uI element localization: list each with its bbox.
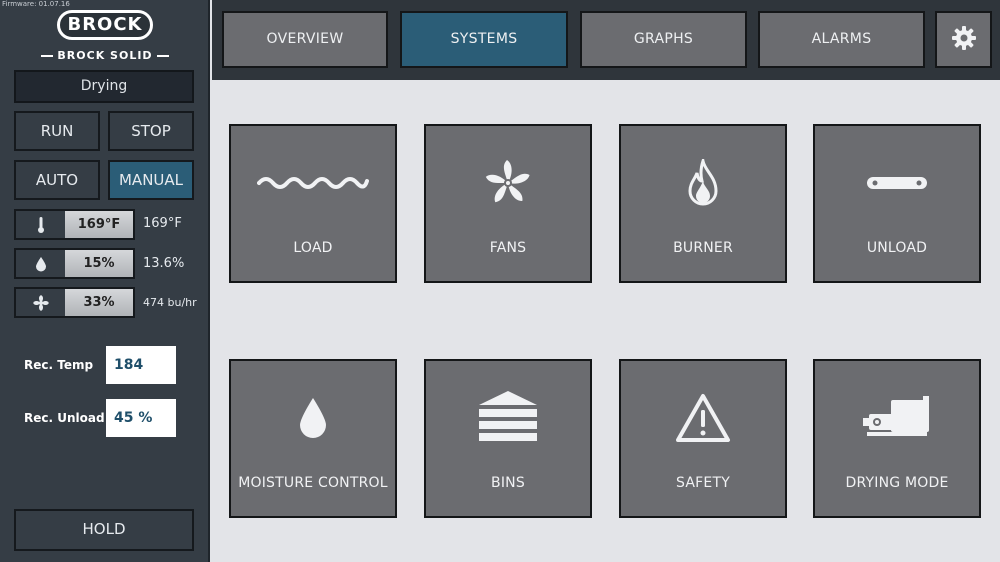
bins-tile[interactable]: BINS xyxy=(424,359,592,518)
rec-unload-field[interactable] xyxy=(106,399,176,437)
brand-tagline-text: BROCK SOLID xyxy=(57,49,153,62)
moisture-setpoint: 15% xyxy=(65,250,133,277)
unload-tile[interactable]: UNLOAD xyxy=(813,124,981,283)
thermometer-icon xyxy=(16,211,65,238)
burner-label: BURNER xyxy=(673,240,733,256)
drying-mode-label: DRYING MODE xyxy=(845,475,949,491)
auto-button[interactable]: AUTO xyxy=(14,160,100,200)
fans-label: FANS xyxy=(489,240,527,256)
tab-systems[interactable]: SYSTEMS xyxy=(400,11,568,68)
rec-unload-label: Rec. Unload xyxy=(24,411,105,425)
temperature-setpoint: 169°F xyxy=(65,211,133,238)
firmware-version: Firmware: 01.07.16 xyxy=(2,0,70,8)
stop-button[interactable]: STOP xyxy=(108,111,194,151)
rec-temp-label: Rec. Temp xyxy=(24,358,94,372)
sidebar: Firmware: 01.07.16 BROCK BROCK SOLID Dry… xyxy=(0,0,210,562)
moisture-control-label: MOISTURE CONTROL xyxy=(238,475,388,491)
load-tile[interactable]: LOAD xyxy=(229,124,397,283)
dryer-machine-icon xyxy=(815,383,979,453)
moisture-actual: 13.6% xyxy=(143,256,185,271)
temperature-reading: 169°F xyxy=(14,209,135,240)
drying-mode-tile[interactable]: DRYING MODE xyxy=(813,359,981,518)
brand-logo: BROCK BROCK SOLID xyxy=(0,10,210,62)
safety-label: SAFETY xyxy=(676,475,730,491)
brock-logo-badge: BROCK xyxy=(57,10,153,40)
tab-graphs[interactable]: GRAPHS xyxy=(580,11,747,68)
hold-button[interactable]: HOLD xyxy=(14,509,194,551)
top-nav: OVERVIEW SYSTEMS GRAPHS ALARMS xyxy=(212,0,1000,80)
systems-panel: LOAD FANS BURNER UNLOAD MOISTURE CONTROL… xyxy=(212,80,1000,562)
droplet-icon xyxy=(16,250,65,277)
status-display: Drying xyxy=(14,70,194,103)
unload-label: UNLOAD xyxy=(866,240,928,256)
fan-icon xyxy=(426,148,590,218)
unload-roller-icon xyxy=(815,148,979,218)
droplet-icon xyxy=(231,383,395,453)
tab-overview[interactable]: OVERVIEW xyxy=(222,11,388,68)
fan-icon xyxy=(16,289,65,316)
moisture-control-tile[interactable]: MOISTURE CONTROL xyxy=(229,359,397,518)
load-wave-icon xyxy=(231,148,395,218)
grain-bin-icon xyxy=(426,383,590,453)
moisture-reading: 15% xyxy=(14,248,135,279)
rec-temp-field[interactable] xyxy=(106,346,176,384)
temperature-actual: 169°F xyxy=(143,216,182,231)
brand-tagline: BROCK SOLID xyxy=(0,49,210,62)
bins-label: BINS xyxy=(491,475,525,491)
warning-icon xyxy=(621,383,785,453)
safety-tile[interactable]: SAFETY xyxy=(619,359,787,518)
flame-icon xyxy=(621,148,785,218)
manual-button[interactable]: MANUAL xyxy=(108,160,194,200)
tab-alarms[interactable]: ALARMS xyxy=(758,11,925,68)
fans-tile[interactable]: FANS xyxy=(424,124,592,283)
discharge-rate: 474 bu/hr xyxy=(143,296,197,309)
discharge-setpoint: 33% xyxy=(65,289,133,316)
settings-button[interactable] xyxy=(935,11,992,68)
run-button[interactable]: RUN xyxy=(14,111,100,151)
discharge-reading: 33% xyxy=(14,287,135,318)
gear-icon xyxy=(951,25,977,55)
burner-tile[interactable]: BURNER xyxy=(619,124,787,283)
load-label: LOAD xyxy=(293,240,333,256)
